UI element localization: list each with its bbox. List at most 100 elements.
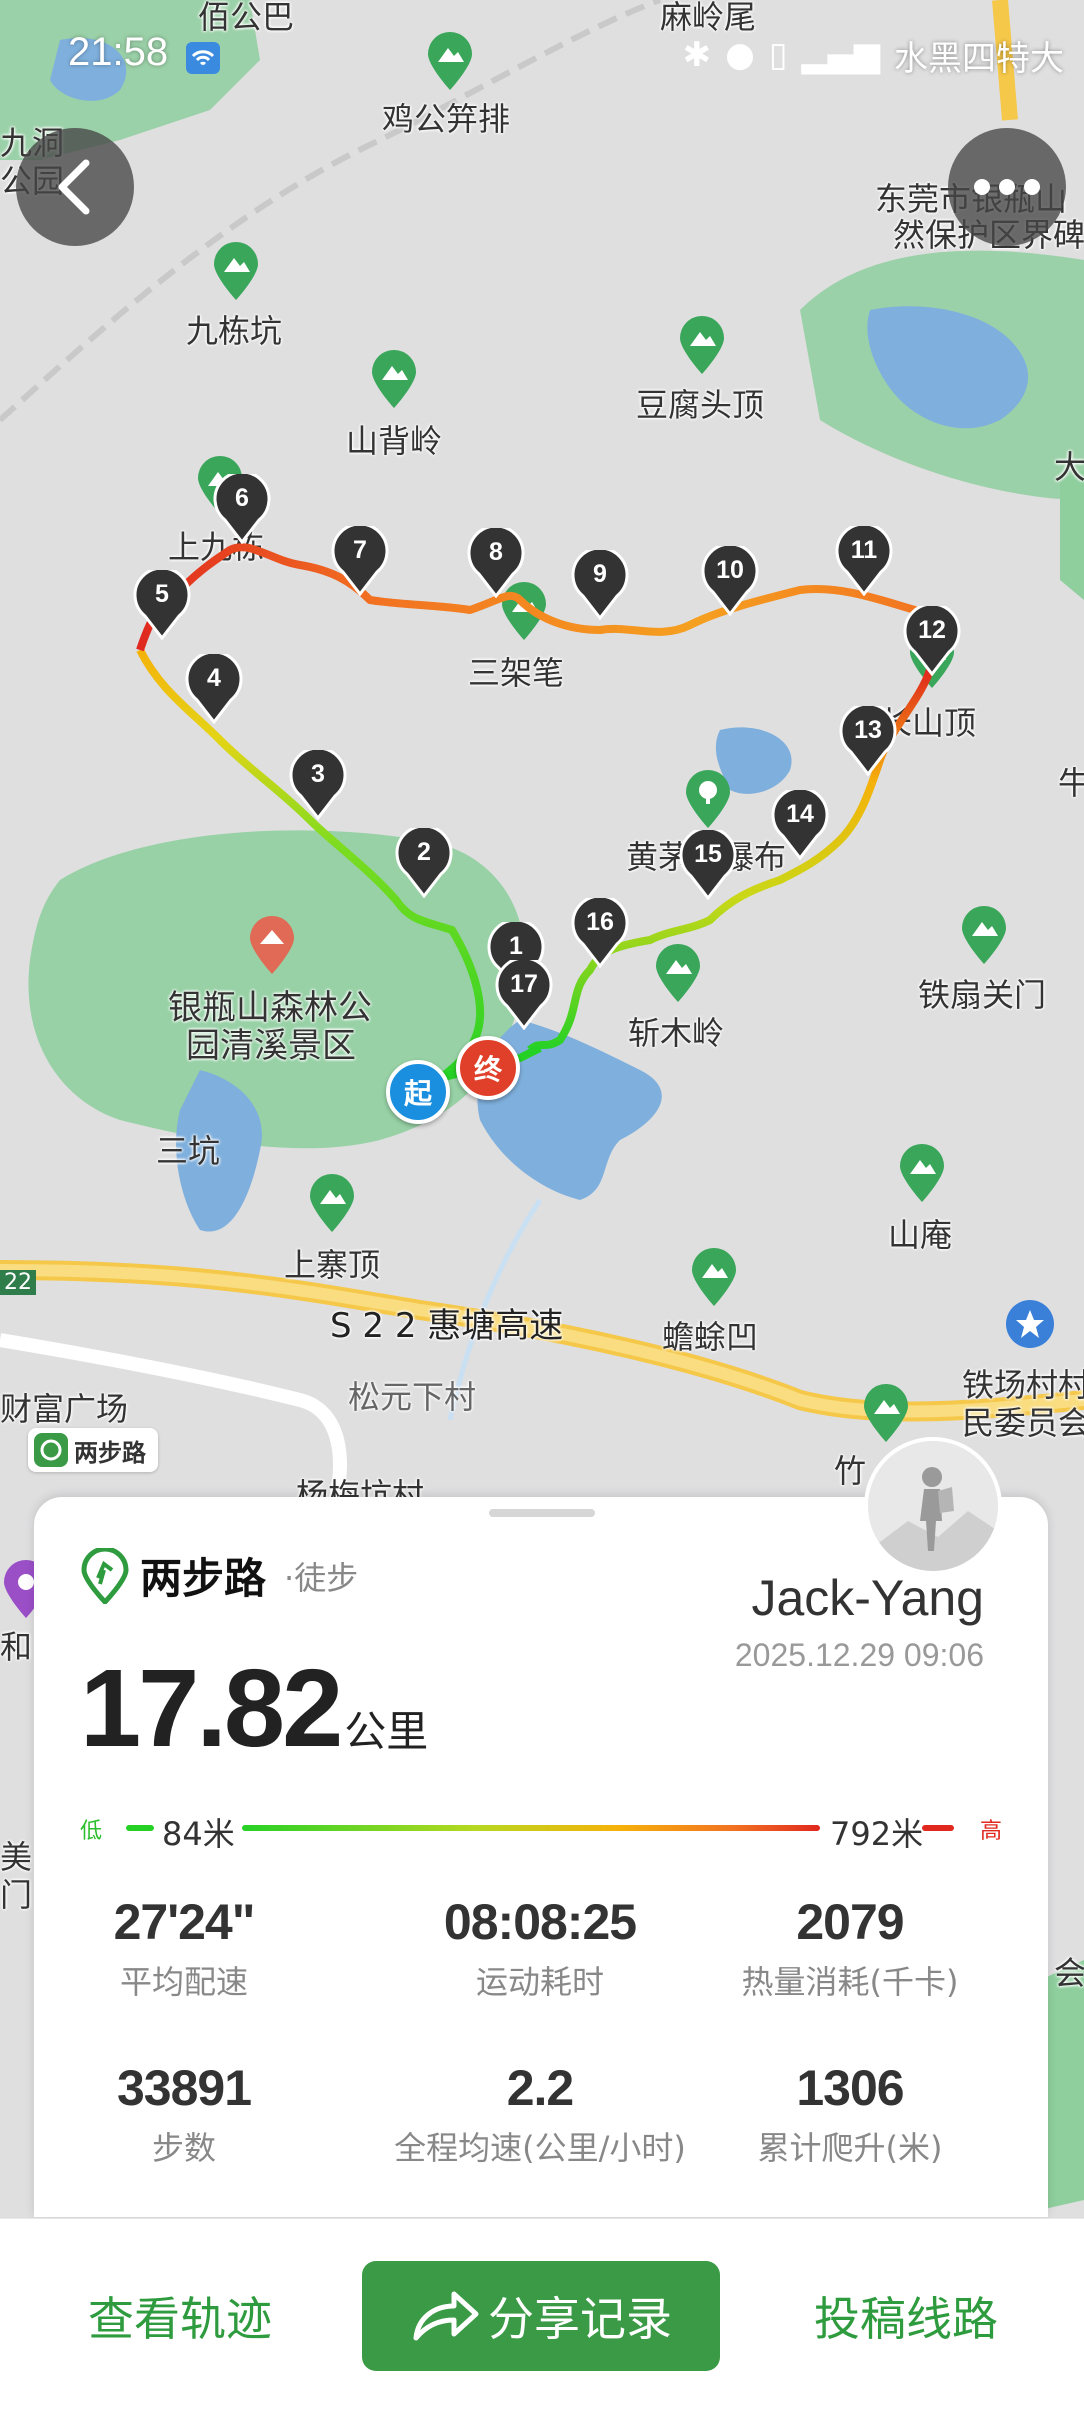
track-marker[interactable]: 2 xyxy=(395,824,453,899)
stat-value: 2.2 xyxy=(506,2060,575,2116)
stat-calories: 2079 热量消耗(千卡) xyxy=(700,1893,1000,2003)
stat-avg-pace: 27'24" 平均配速 xyxy=(34,1893,334,2003)
watermark-text: 两步路 xyxy=(74,1438,146,1467)
map-label: 山庵 xyxy=(888,1216,953,1254)
activity-summary-card: 两步路 ·徒步 Jack-Yang 2025.12.29 09:06 17.82… xyxy=(34,1437,1048,2217)
map-label: 财富广场 xyxy=(0,1390,129,1428)
stat-label: 步数 xyxy=(151,2129,216,2167)
more-button[interactable] xyxy=(948,128,1066,246)
map-label: 牛 xyxy=(1058,764,1084,802)
submit-route-button[interactable]: 投稿线路 xyxy=(776,2261,1036,2371)
view-track-button[interactable]: 查看轨迹 xyxy=(50,2261,310,2371)
track-marker-label: 1 xyxy=(509,932,523,960)
stat-ascent: 1306 累计爬升(米) xyxy=(700,2059,1000,2169)
activity-datetime: 2025.12.29 09:06 xyxy=(734,1637,984,1673)
mountain-poi-icon xyxy=(680,316,724,374)
elevation-high-tag: 高 xyxy=(979,1819,1002,1844)
mountain-poi-icon xyxy=(656,944,700,1002)
track-marker-label: 5 xyxy=(155,580,169,608)
stat-value: 27'24" xyxy=(113,1894,256,1950)
elevation-gradient-bar xyxy=(242,1825,820,1831)
stat-label: 平均配速 xyxy=(119,1963,248,2001)
distance: 17.82 公里 xyxy=(80,1645,428,1772)
distance-unit: 公里 xyxy=(344,1707,429,1756)
elevation-low-swatch xyxy=(126,1825,154,1831)
track-marker-label: 12 xyxy=(918,616,946,644)
track-marker-label: 2 xyxy=(417,838,431,866)
track-marker[interactable]: 4 xyxy=(185,650,243,725)
map-label: 山背岭 xyxy=(346,422,443,460)
stat-label: 热量消耗(千卡) xyxy=(741,1963,959,2001)
elevation-low-value: 84米 xyxy=(162,1815,235,1853)
stat-steps: 33891 步数 xyxy=(34,2059,334,2169)
mountain-poi-icon xyxy=(214,242,258,300)
park-poi-icon xyxy=(250,916,294,974)
start-marker[interactable]: 起 xyxy=(386,1060,450,1124)
elevation-high-value: 792米 xyxy=(830,1815,924,1853)
track-marker[interactable]: 14 xyxy=(771,786,829,861)
stat-value: 1306 xyxy=(796,2060,904,2116)
track-marker-label: 15 xyxy=(694,840,722,868)
track-marker-label: 14 xyxy=(786,800,814,828)
track-marker-label: 10 xyxy=(716,556,744,584)
elevation-high-swatch xyxy=(922,1825,954,1831)
map-label: 豆腐头顶 xyxy=(636,386,765,424)
mountain-poi-icon xyxy=(372,350,416,408)
map-label: 三坑 xyxy=(156,1132,221,1170)
track-marker[interactable]: 7 xyxy=(331,522,389,597)
track-marker[interactable]: 9 xyxy=(571,546,629,621)
map-label: 佰公巴 xyxy=(198,0,295,36)
bluetooth-icon: ✱ xyxy=(682,35,712,75)
stat-label: 累计爬升(米) xyxy=(757,2129,943,2167)
track-marker[interactable]: 15 xyxy=(679,826,737,901)
avatar[interactable] xyxy=(864,1437,1002,1575)
track-marker-label: 17 xyxy=(510,970,538,998)
stat-value: 08:08:25 xyxy=(443,1894,637,1950)
back-button[interactable] xyxy=(16,128,134,246)
signal-icon: ▂▄▆ xyxy=(801,35,880,75)
stat-label: 全程均速(公里/小时) xyxy=(394,2129,686,2167)
track-marker[interactable]: 6 xyxy=(213,470,271,545)
star-poi-icon xyxy=(1006,1300,1054,1348)
status-carrier: 水黑四特大 xyxy=(894,38,1064,79)
status-indicators: ✱ ● ▯ ▂▄▆ 水黑四特大 xyxy=(683,30,1064,80)
track-marker-label: 8 xyxy=(489,538,503,566)
drag-handle[interactable] xyxy=(489,1509,595,1517)
track-marker[interactable]: 16 xyxy=(571,894,629,969)
track-marker[interactable]: 11 xyxy=(835,522,893,597)
map-label: 会 xyxy=(1054,1954,1084,1992)
track-marker[interactable]: 17 xyxy=(495,956,553,1031)
vibrate-icon: ▯ xyxy=(768,35,788,75)
map-label: 松元下村 xyxy=(348,1378,477,1416)
elevation-low-tag: 低 xyxy=(80,1819,103,1844)
track-marker-label: 7 xyxy=(353,536,367,564)
track-marker-label: 13 xyxy=(854,716,882,744)
activity-type: ·徒步 xyxy=(284,1558,359,1597)
track-marker[interactable]: 13 xyxy=(839,702,897,777)
end-marker[interactable]: 终 xyxy=(456,1036,520,1100)
mountain-poi-icon xyxy=(310,1174,354,1232)
map-label: 大 xyxy=(1054,448,1084,486)
map-label: 三架笔 xyxy=(468,654,565,692)
chevron-left-icon xyxy=(58,159,90,215)
track-marker[interactable]: 3 xyxy=(289,746,347,821)
stat-value: 33891 xyxy=(116,2060,252,2116)
track-marker-label: 9 xyxy=(593,560,607,588)
map-label: 门 xyxy=(0,1876,33,1914)
map-label: 22 xyxy=(0,1270,36,1295)
track-marker-label: 6 xyxy=(235,484,249,512)
mountain-poi-icon xyxy=(900,1144,944,1202)
share-record-button[interactable]: 分享记录 xyxy=(362,2261,720,2371)
track-marker[interactable]: 5 xyxy=(133,566,191,641)
track-marker-label: 4 xyxy=(207,664,221,692)
brand-logo-icon xyxy=(81,1547,129,1604)
mountain-poi-icon xyxy=(692,1248,736,1306)
track-marker[interactable]: 10 xyxy=(701,542,759,617)
hiker-avatar-icon xyxy=(868,1441,998,1571)
track-marker[interactable]: 12 xyxy=(903,602,961,677)
track-marker[interactable]: 8 xyxy=(467,524,525,599)
share-record-label: 分享记录 xyxy=(488,2292,672,2346)
track-marker-label: 16 xyxy=(586,908,614,936)
stat-avg-speed: 2.2 全程均速(公里/小时) xyxy=(390,2059,690,2169)
watermark-badge: 两步路 xyxy=(28,1428,158,1472)
